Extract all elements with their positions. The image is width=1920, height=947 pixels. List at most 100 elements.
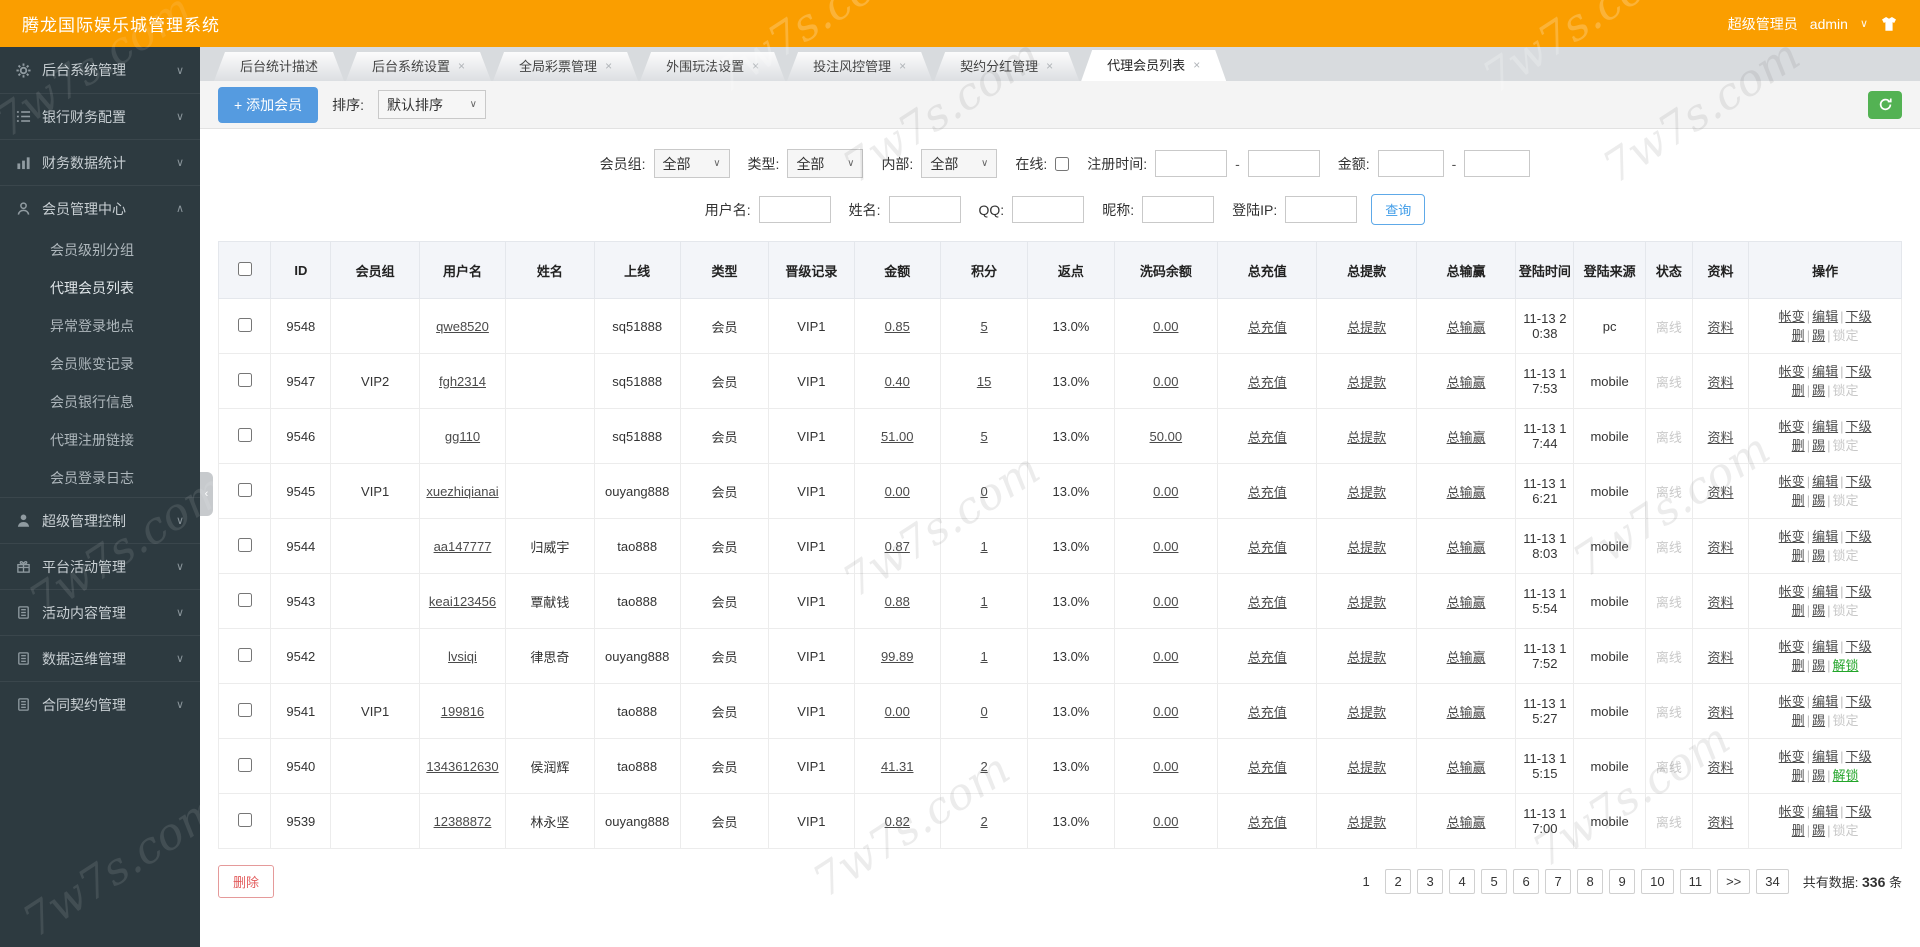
ops-kick-link[interactable]: 踢 — [1812, 383, 1825, 398]
ops-delete-link[interactable]: 删 — [1792, 493, 1805, 508]
theme-shirt-icon[interactable] — [1880, 15, 1898, 33]
points-link[interactable]: 0 — [980, 484, 987, 499]
wash-balance-link[interactable]: 0.00 — [1153, 319, 1178, 334]
ops-edit-link[interactable]: 编辑 — [1812, 804, 1838, 819]
tab-3[interactable]: 外围玩法设置 × — [640, 52, 785, 81]
row-checkbox[interactable] — [237, 537, 252, 552]
amount-link[interactable]: 0.00 — [885, 704, 910, 719]
sort-select[interactable]: 默认排序 ∨ — [377, 90, 486, 119]
ops-edit-link[interactable]: 编辑 — [1812, 529, 1838, 544]
username-link[interactable]: keai123456 — [429, 594, 496, 609]
page-button[interactable]: 34 — [1756, 869, 1789, 894]
profile-link[interactable]: 资料 — [1708, 320, 1734, 335]
profile-link[interactable]: 资料 — [1708, 430, 1734, 445]
ops-edit-link[interactable]: 编辑 — [1812, 474, 1838, 489]
profile-link[interactable]: 资料 — [1708, 595, 1734, 610]
sidebar-subitem[interactable]: 代理注册链接 — [0, 421, 200, 459]
ops-kick-link[interactable]: 踢 — [1812, 713, 1825, 728]
ops-lower-link[interactable]: 下级 — [1845, 584, 1871, 599]
tab-0[interactable]: 后台统计描述 — [214, 52, 344, 81]
ops-change-link[interactable]: 帐变 — [1779, 529, 1805, 544]
username-link[interactable]: gg110 — [445, 429, 480, 444]
ops-lock-link[interactable]: 锁定 — [1832, 823, 1858, 838]
points-link[interactable]: 2 — [980, 759, 987, 774]
row-checkbox[interactable] — [237, 317, 252, 332]
points-link[interactable]: 1 — [980, 539, 987, 554]
ops-lock-link[interactable]: 锁定 — [1832, 438, 1858, 453]
tab-close-icon[interactable]: × — [752, 52, 759, 81]
ops-delete-link[interactable]: 删 — [1792, 713, 1805, 728]
delete-button[interactable]: 删除 — [218, 865, 275, 898]
points-link[interactable]: 1 — [980, 649, 987, 664]
total-winlose-link[interactable]: 总输赢 — [1447, 815, 1486, 830]
ops-change-link[interactable]: 帐变 — [1779, 364, 1805, 379]
total-recharge-link[interactable]: 总充值 — [1248, 650, 1287, 665]
ops-delete-link[interactable]: 删 — [1792, 658, 1805, 673]
tab-close-icon[interactable]: × — [605, 52, 612, 81]
profile-link[interactable]: 资料 — [1708, 540, 1734, 555]
ops-kick-link[interactable]: 踢 — [1812, 768, 1825, 783]
amount-max-input[interactable] — [1464, 150, 1531, 177]
ops-lower-link[interactable]: 下级 — [1845, 529, 1871, 544]
row-checkbox[interactable] — [237, 647, 252, 662]
amount-link[interactable]: 0.88 — [885, 594, 910, 609]
sidebar-item-8[interactable]: 合同契约管理 ∨ — [0, 681, 200, 727]
tab-close-icon[interactable]: × — [1193, 50, 1200, 81]
page-button[interactable]: 4 — [1449, 869, 1476, 894]
login-ip-input[interactable] — [1285, 196, 1358, 223]
amount-link[interactable]: 99.89 — [881, 649, 914, 664]
page-button[interactable]: 7 — [1545, 869, 1572, 894]
ops-kick-link[interactable]: 踢 — [1812, 548, 1825, 563]
ops-lock-link[interactable]: 锁定 — [1832, 603, 1858, 618]
ops-lower-link[interactable]: 下级 — [1845, 364, 1871, 379]
ops-change-link[interactable]: 帐变 — [1779, 584, 1805, 599]
total-winlose-link[interactable]: 总输赢 — [1447, 595, 1486, 610]
total-recharge-link[interactable]: 总充值 — [1248, 485, 1287, 500]
total-withdraw-link[interactable]: 总提款 — [1347, 815, 1386, 830]
points-link[interactable]: 5 — [980, 429, 987, 444]
points-link[interactable]: 1 — [980, 594, 987, 609]
points-link[interactable]: 2 — [980, 814, 987, 829]
ops-change-link[interactable]: 帐变 — [1779, 639, 1805, 654]
ops-edit-link[interactable]: 编辑 — [1812, 584, 1838, 599]
total-recharge-link[interactable]: 总充值 — [1248, 815, 1287, 830]
name-input[interactable] — [888, 196, 961, 223]
row-checkbox[interactable] — [237, 757, 252, 772]
ops-lock-link[interactable]: 锁定 — [1832, 548, 1858, 563]
ops-change-link[interactable]: 帐变 — [1779, 419, 1805, 434]
total-winlose-link[interactable]: 总输赢 — [1447, 540, 1486, 555]
username-input[interactable] — [758, 196, 831, 223]
sidebar-subitem[interactable]: 代理会员列表 — [0, 269, 200, 307]
wash-balance-link[interactable]: 0.00 — [1153, 649, 1178, 664]
profile-link[interactable]: 资料 — [1708, 375, 1734, 390]
total-winlose-link[interactable]: 总输赢 — [1447, 430, 1486, 445]
select-all-checkbox[interactable] — [237, 261, 252, 276]
sidebar-item-4[interactable]: 超级管理控制 ∨ — [0, 497, 200, 543]
online-checkbox[interactable] — [1055, 156, 1070, 171]
tab-1[interactable]: 后台系统设置 × — [346, 52, 491, 81]
tab-5[interactable]: 契约分红管理 × — [934, 52, 1079, 81]
total-recharge-link[interactable]: 总充值 — [1248, 320, 1287, 335]
ops-delete-link[interactable]: 删 — [1792, 383, 1805, 398]
ops-delete-link[interactable]: 删 — [1792, 438, 1805, 453]
sidebar-subitem[interactable]: 会员登录日志 — [0, 459, 200, 497]
total-withdraw-link[interactable]: 总提款 — [1347, 760, 1386, 775]
add-member-button[interactable]: + 添加会员 — [218, 86, 319, 123]
amount-link[interactable]: 0.40 — [885, 374, 910, 389]
total-withdraw-link[interactable]: 总提款 — [1347, 375, 1386, 390]
sidebar-item-1[interactable]: 银行财务配置 ∨ — [0, 93, 200, 139]
tab-close-icon[interactable]: × — [1046, 52, 1053, 81]
username-link[interactable]: qwe8520 — [436, 319, 489, 334]
total-recharge-link[interactable]: 总充值 — [1248, 430, 1287, 445]
total-winlose-link[interactable]: 总输赢 — [1447, 705, 1486, 720]
sidebar-item-6[interactable]: 活动内容管理 ∨ — [0, 589, 200, 635]
sidebar-subitem[interactable]: 会员银行信息 — [0, 383, 200, 421]
ops-kick-link[interactable]: 踢 — [1812, 823, 1825, 838]
total-recharge-link[interactable]: 总充值 — [1248, 375, 1287, 390]
sidebar-item-2[interactable]: 财务数据统计 ∨ — [0, 139, 200, 185]
row-checkbox[interactable] — [237, 702, 252, 717]
page-button[interactable]: 3 — [1417, 869, 1444, 894]
ops-edit-link[interactable]: 编辑 — [1812, 419, 1838, 434]
profile-link[interactable]: 资料 — [1708, 485, 1734, 500]
total-withdraw-link[interactable]: 总提款 — [1347, 595, 1386, 610]
